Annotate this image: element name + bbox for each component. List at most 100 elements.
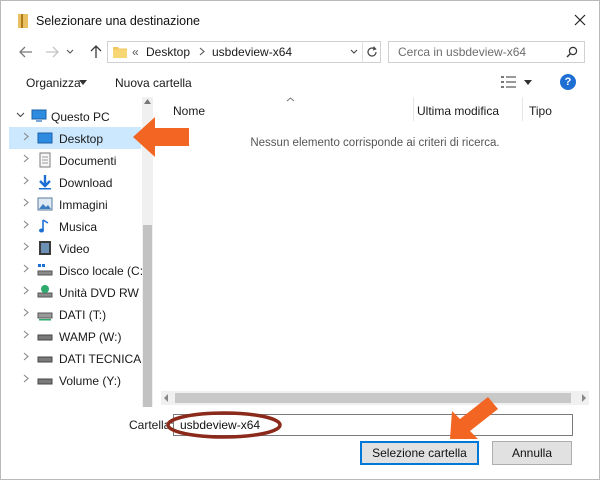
select-folder-button[interactable]: Selezione cartella (360, 441, 479, 465)
tree-label: DATI TECNICA ( (59, 352, 148, 366)
arrow-up-icon (90, 45, 102, 58)
tree-label: Unità DVD RW (L (59, 286, 153, 300)
chevron-down-icon (350, 49, 357, 54)
tree-item-music[interactable]: Musica (9, 215, 141, 237)
column-label: Nome (173, 104, 206, 118)
horizontal-scrollbar[interactable] (161, 391, 589, 405)
folder-icon (113, 47, 127, 58)
organize-menu-button[interactable]: Organizza (26, 76, 81, 90)
sort-ascending-icon (286, 97, 295, 102)
documents-icon (39, 152, 51, 168)
arrow-right-icon (46, 46, 59, 58)
music-icon (39, 219, 49, 233)
chevron-right-icon[interactable] (23, 286, 29, 295)
forward-button[interactable] (43, 43, 61, 61)
breadcrumb-desktop[interactable]: Desktop (146, 45, 190, 59)
dialog-window: Selezionare una destinazione « Desktop u… (0, 0, 600, 480)
video-icon (39, 241, 51, 255)
folder-icon (18, 14, 28, 28)
scroll-up-button[interactable] (142, 99, 153, 109)
tree-label: Immagini (59, 198, 108, 212)
column-header-name[interactable]: Nome (161, 97, 413, 123)
caret-down-icon[interactable] (79, 80, 87, 85)
window-title: Selezionare una destinazione (36, 14, 201, 28)
drive-icon (37, 334, 53, 341)
help-button[interactable]: ? (560, 74, 576, 90)
column-header-type[interactable]: Tipo (523, 97, 589, 123)
tree-item-this-pc[interactable]: Questo PC (9, 105, 141, 127)
chevron-right-icon[interactable] (23, 330, 29, 339)
back-button[interactable] (17, 43, 35, 61)
tree-item-dvd-drive[interactable]: Unità DVD RW (L (9, 281, 153, 303)
tree-item-wamp-w[interactable]: WAMP (W:) (9, 325, 141, 347)
scrollbar-thumb[interactable] (175, 393, 571, 403)
column-label: Tipo (529, 104, 552, 118)
chevron-right-icon[interactable] (23, 242, 29, 251)
tree-item-local-disk-c[interactable]: Disco locale (C:) (9, 259, 147, 281)
tree-label: Questo PC (51, 110, 110, 124)
tree-label: WAMP (W:) (59, 330, 122, 344)
refresh-icon (366, 46, 377, 57)
navigation-scrollbar[interactable] (142, 97, 153, 407)
local-disk-icon (37, 264, 53, 276)
tree-item-dati-tecnica[interactable]: DATI TECNICA ( (9, 347, 148, 369)
scrollbar-thumb[interactable] (143, 225, 152, 407)
tree-item-pictures[interactable]: Immagini (9, 193, 141, 215)
download-icon (39, 175, 51, 190)
caret-left-icon[interactable] (163, 393, 169, 403)
chevron-down-icon[interactable] (16, 112, 25, 118)
chevron-right-icon[interactable] (23, 308, 29, 317)
new-folder-button[interactable]: Nuova cartella (115, 76, 192, 90)
refresh-button[interactable] (362, 42, 380, 62)
arrow-left-icon (19, 46, 32, 58)
command-bar: Organizza Nuova cartella ? (1, 67, 599, 97)
overflow-chevron[interactable]: « (132, 45, 139, 59)
up-button[interactable] (87, 43, 105, 61)
chevron-right-icon[interactable] (23, 198, 29, 207)
chevron-right-icon[interactable] (23, 264, 29, 273)
address-bar[interactable]: « Desktop usbdeview-x64 (107, 41, 381, 63)
tree-label: Documenti (59, 154, 117, 168)
drive-icon (37, 378, 53, 385)
tree-item-download[interactable]: Download (9, 171, 141, 193)
chevron-right-icon[interactable] (23, 132, 29, 141)
caret-up-icon (144, 99, 151, 104)
dvd-drive-icon (37, 285, 53, 298)
chevron-right-icon[interactable] (23, 352, 29, 361)
chevron-right-icon[interactable] (23, 154, 29, 163)
empty-state-message: Nessun elemento corrisponde ai criteri d… (250, 137, 500, 149)
tree-item-video[interactable]: Video (9, 237, 141, 259)
cancel-button[interactable]: Annulla (492, 441, 572, 465)
tree-item-documents[interactable]: Documenti (9, 149, 141, 171)
computer-icon (31, 109, 47, 122)
chevron-right-icon[interactable] (23, 220, 29, 229)
navigation-pane: Questo PC Desktop Documenti Download Imm… (9, 97, 153, 407)
tree-item-dati-t[interactable]: DATI (T:) (9, 303, 141, 325)
column-header-modified[interactable]: Ultima modifica (414, 97, 522, 123)
breadcrumb-current-folder[interactable]: usbdeview-x64 (212, 45, 292, 59)
caret-down-icon[interactable] (524, 80, 532, 85)
drive-icon (37, 356, 53, 363)
search-input[interactable]: Cerca in usbdeview-x64 (388, 41, 585, 63)
desktop-icon (37, 132, 53, 144)
close-button[interactable] (569, 9, 591, 31)
title-bar: Selezionare una destinazione (1, 1, 599, 37)
tree-label: Desktop (59, 132, 104, 146)
tree-item-volume-y[interactable]: Volume (Y:) (9, 369, 141, 391)
close-icon (574, 14, 586, 26)
scrollbar-track[interactable] (143, 109, 152, 225)
tree-label: Video (59, 242, 90, 256)
folder-label: Cartella: (129, 418, 174, 432)
chevron-right-icon[interactable] (23, 374, 29, 383)
tree-label: DATI (T:) (59, 308, 107, 322)
chevron-right-icon[interactable] (199, 47, 205, 56)
view-options-icon[interactable] (501, 75, 517, 89)
recent-locations-button[interactable] (64, 43, 76, 61)
column-label: Ultima modifica (417, 104, 500, 118)
search-placeholder: Cerca in usbdeview-x64 (398, 45, 527, 59)
folder-name-input[interactable]: usbdeview-x64 (173, 414, 573, 436)
tree-item-desktop[interactable]: Desktop (9, 127, 141, 149)
address-dropdown[interactable] (345, 42, 361, 62)
chevron-right-icon[interactable] (23, 176, 29, 185)
caret-right-icon[interactable] (581, 393, 587, 403)
